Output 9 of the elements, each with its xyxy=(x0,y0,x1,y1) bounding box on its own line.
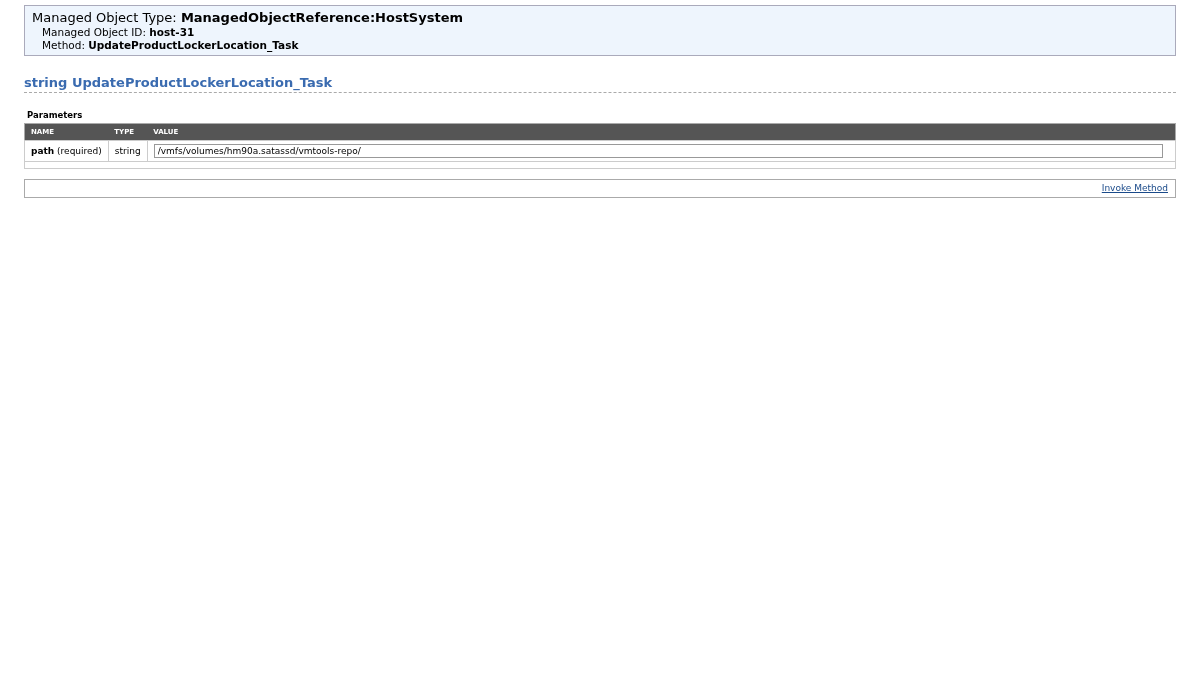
value-input-field[interactable]: /vmfs/volumes/hm90a.satassd/vmtools-repo/ xyxy=(153,144,1163,158)
parameters-title: Parameters xyxy=(27,110,83,120)
method-title: string UpdateProductLockerLocation_Task xyxy=(24,75,1176,93)
method-text: Method: UpdateProductLockerLocation_Task xyxy=(42,39,300,52)
parameter-type: string xyxy=(108,140,148,162)
parameter-name: path (required) xyxy=(24,140,109,162)
object-id-text: Managed Object ID: host-31 xyxy=(42,26,196,39)
object-type-text: Managed Object Type: ManagedObjectReference:HostSystem xyxy=(32,10,464,26)
invoke-method-link[interactable]: Invoke Method xyxy=(1101,183,1168,193)
